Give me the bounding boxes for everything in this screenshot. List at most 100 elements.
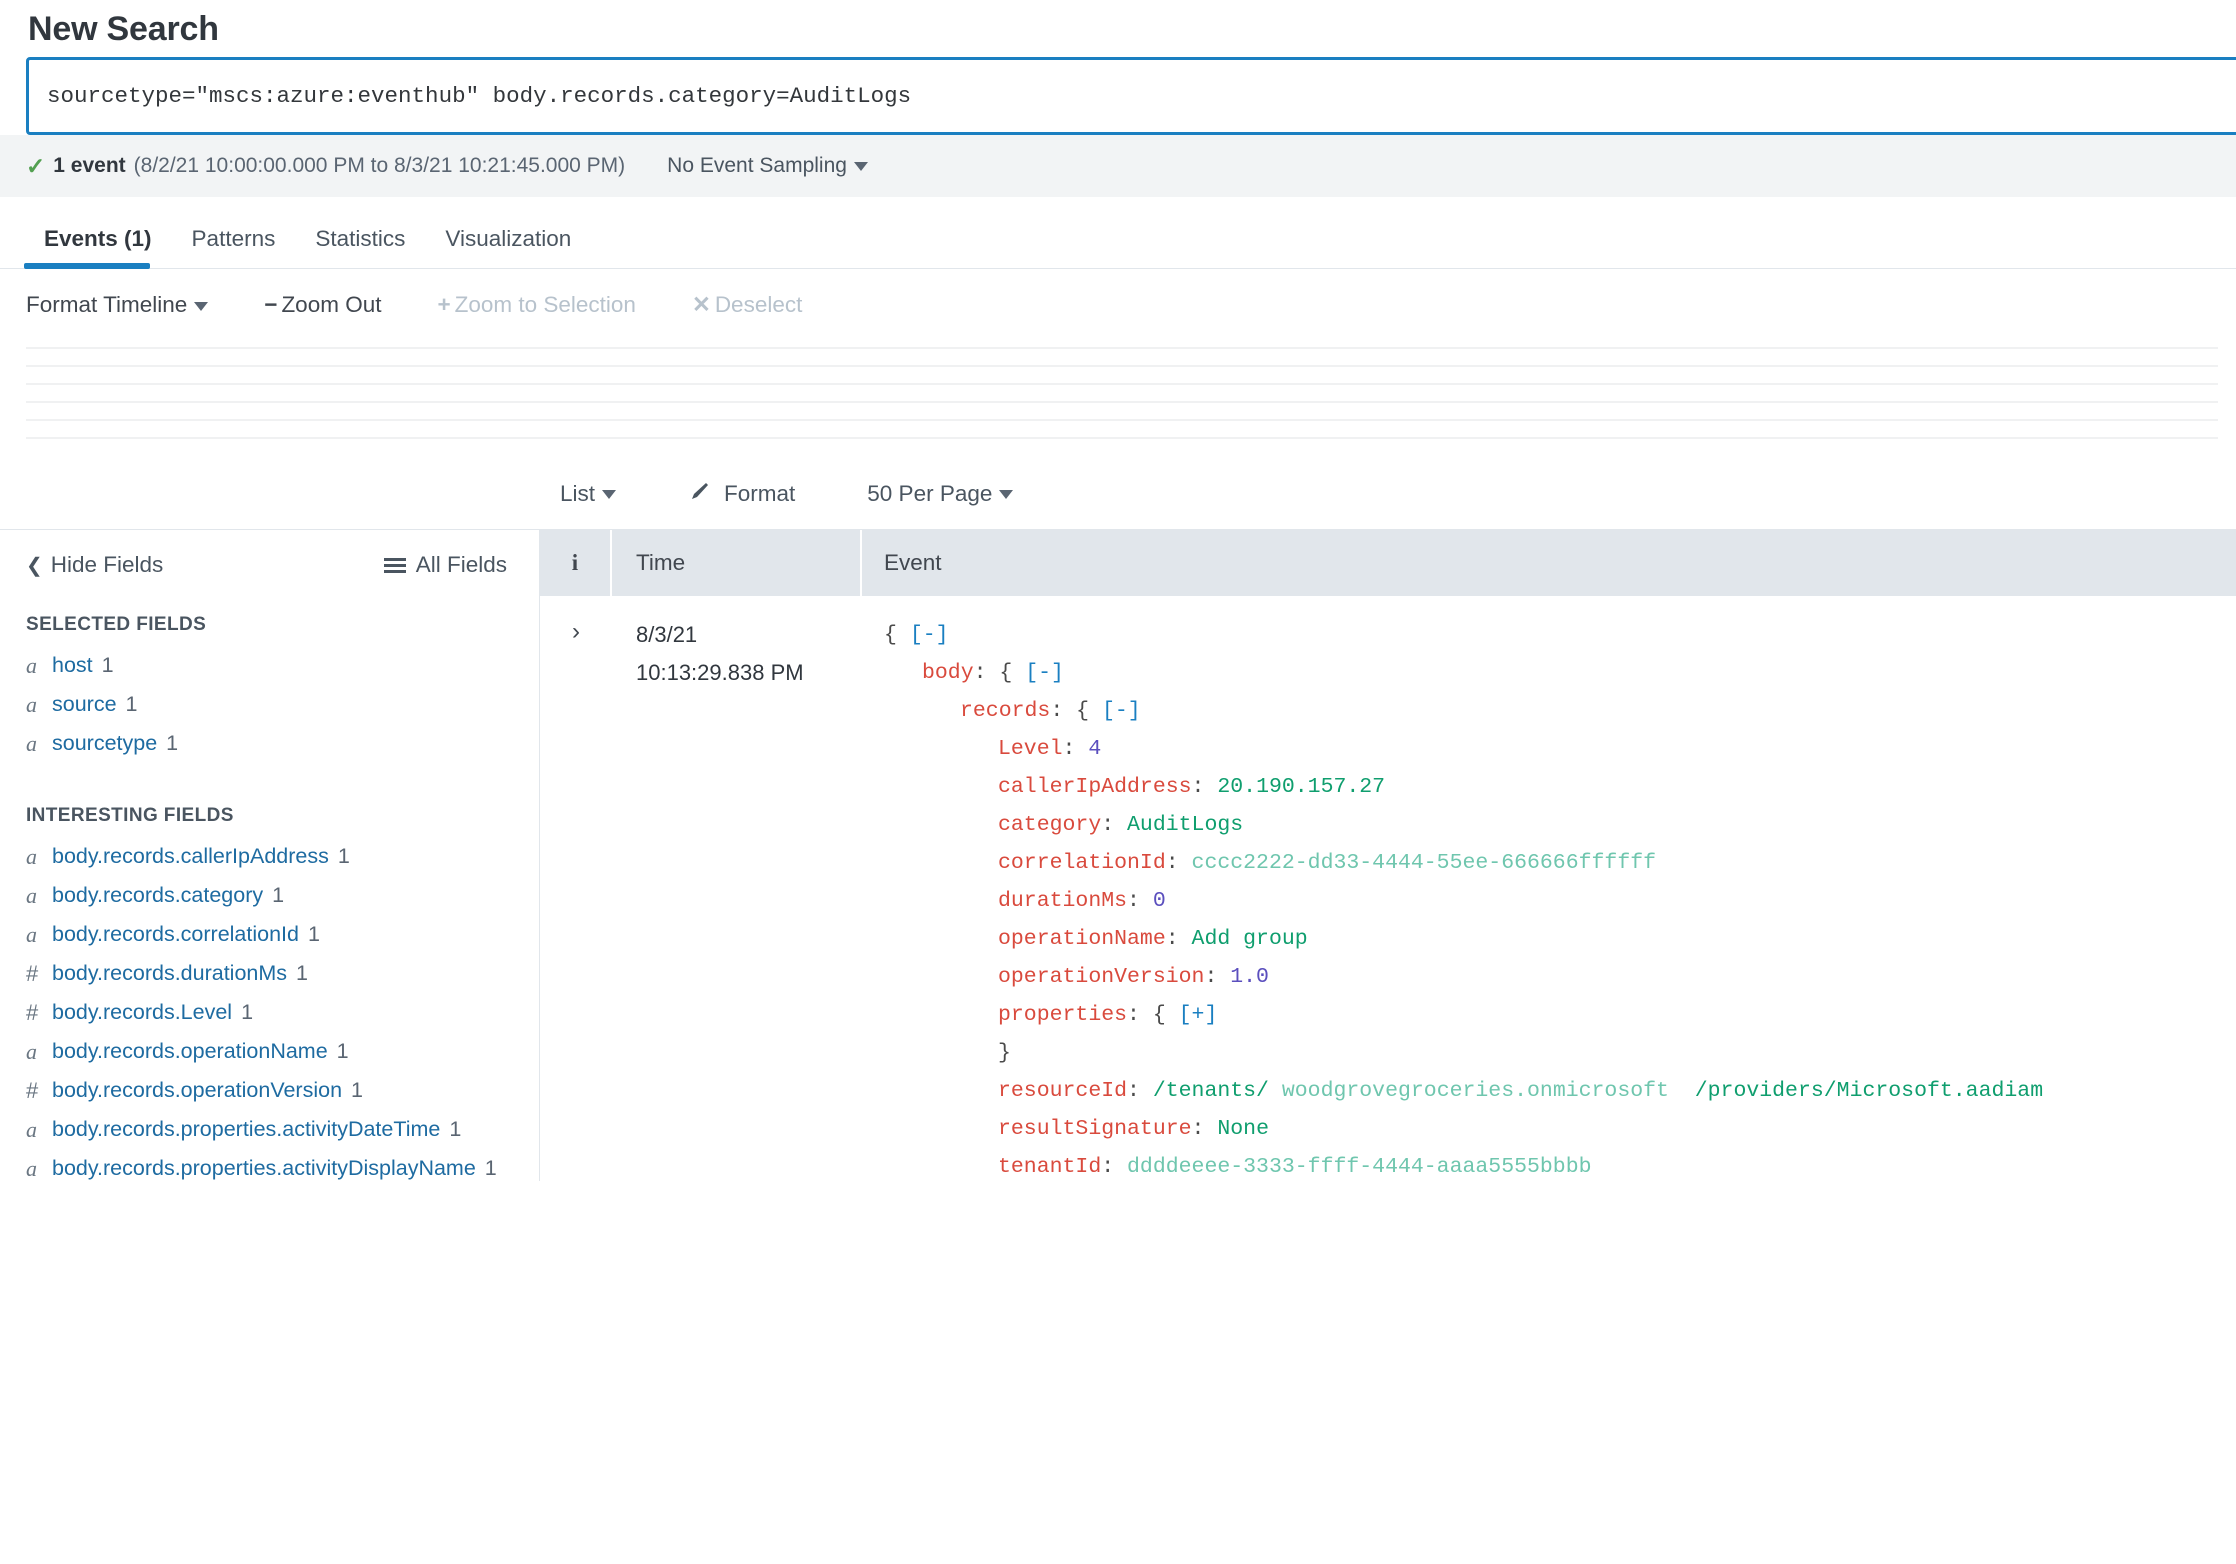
field-item-sourcetype[interactable]: a sourcetype 1	[26, 724, 525, 763]
field-type-icon: #	[26, 961, 39, 986]
json-collapse-toggle[interactable]: [-]	[1025, 661, 1064, 685]
search-input[interactable]	[29, 62, 2236, 130]
tab-visualization[interactable]: Visualization	[425, 226, 591, 268]
field-count: 1	[272, 883, 285, 907]
format-timeline-dropdown[interactable]: Format Timeline	[26, 292, 209, 318]
json-collapse-toggle[interactable]: [-]	[910, 623, 949, 647]
json-line: callerIpAddress: 20.190.157.27	[884, 768, 2236, 806]
zoom-to-selection-label: Zoom to Selection	[454, 292, 636, 317]
json-line: operationName: Add group	[884, 920, 2236, 958]
check-icon: ✓	[26, 152, 46, 179]
json-punct: }	[998, 1041, 1011, 1065]
zoom-out-button[interactable]: − Zoom Out	[264, 292, 381, 318]
tab-statistics[interactable]: Statistics	[295, 226, 425, 268]
json-key: records	[960, 699, 1051, 723]
field-type-icon: a	[26, 653, 37, 678]
json-line: Level: 4	[884, 730, 2236, 768]
gridline	[26, 419, 2218, 421]
field-name: body.records.operationVersion	[52, 1078, 343, 1102]
field-count: 1	[241, 1000, 254, 1024]
per-page-dropdown[interactable]: 50 Per Page	[867, 481, 1014, 507]
plus-icon: +	[437, 292, 451, 317]
json-key: durationMs	[998, 889, 1128, 913]
results-toolbar: List Format 50 Per Page	[0, 459, 2236, 529]
timeline-chart[interactable]	[26, 341, 2218, 459]
field-count: 1	[484, 1156, 497, 1180]
field-name: host	[52, 653, 93, 677]
field-item[interactable]: a body.records.properties.activityDateTim…	[26, 1110, 525, 1149]
json-punct: :	[1127, 1079, 1153, 1103]
field-item[interactable]: a body.records.operationName 1	[26, 1032, 525, 1071]
selected-fields-list: a host 1 a source 1 a sourcetype 1	[26, 646, 525, 763]
chevron-down-icon	[194, 301, 209, 311]
field-type-icon: a	[26, 692, 37, 717]
json-punct: : {	[1127, 1003, 1179, 1027]
field-name: body.records.properties.activityDateTime	[52, 1117, 441, 1141]
json-str: 20.190.157.27	[1217, 775, 1386, 799]
tab-events[interactable]: Events (1)	[24, 226, 172, 269]
json-punct: :	[1191, 1117, 1218, 1141]
field-name: body.records.durationMs	[52, 961, 288, 985]
format-button[interactable]: Format	[688, 479, 795, 509]
list-mode-dropdown[interactable]: List	[560, 481, 617, 507]
field-name: body.records.operationName	[52, 1039, 328, 1063]
zoom-to-selection-button: + Zoom to Selection	[437, 292, 635, 318]
interesting-fields-list: a body.records.callerIpAddress 1 a body.reco…	[26, 837, 525, 1181]
field-name: source	[52, 692, 117, 716]
fields-sidebar-header: ❮ Hide Fields All Fields	[26, 530, 525, 600]
json-key: correlationId	[998, 851, 1166, 875]
json-str: Add group	[1191, 927, 1308, 951]
field-count: 1	[337, 844, 350, 868]
field-item[interactable]: # body.records.Level 1	[26, 993, 525, 1032]
search-bar[interactable]	[26, 57, 2236, 135]
zoom-out-label: Zoom Out	[281, 292, 382, 317]
json-line: records: { [-]	[884, 692, 2236, 730]
field-name: body.records.category	[52, 883, 264, 907]
json-line: properties: { [+]	[884, 996, 2236, 1034]
expand-row-icon[interactable]: ›	[540, 616, 612, 1181]
field-count: 1	[125, 692, 138, 716]
field-name: sourcetype	[52, 731, 158, 755]
field-item[interactable]: a body.records.correlationId 1	[26, 915, 525, 954]
field-item-source[interactable]: a source 1	[26, 685, 525, 724]
events-panel: i Time Event › 8/3/21 10:13:29.838 PM { …	[540, 529, 2236, 1181]
format-label: Format	[724, 481, 796, 506]
field-type-icon: a	[26, 1156, 37, 1181]
json-collapse-toggle[interactable]: [-]	[1102, 699, 1141, 723]
all-fields-button[interactable]: All Fields	[383, 552, 507, 578]
hide-fields-label: Hide Fields	[50, 552, 164, 577]
field-name: body.records.Level	[52, 1000, 233, 1024]
gridline	[26, 437, 2218, 439]
json-line: body: { [-]	[884, 654, 2236, 692]
field-item[interactable]: # body.records.operationVersion 1	[26, 1071, 525, 1110]
json-punct: :	[1062, 737, 1089, 761]
field-type-icon: #	[26, 1078, 39, 1103]
json-key: tenantId	[998, 1155, 1102, 1179]
json-collapse-toggle[interactable]: [+]	[1179, 1003, 1218, 1027]
field-item[interactable]: # body.records.durationMs 1	[26, 954, 525, 993]
field-item[interactable]: a body.records.category 1	[26, 876, 525, 915]
format-timeline-label: Format Timeline	[26, 292, 188, 317]
json-punct: :	[1204, 965, 1231, 989]
page-title: New Search	[28, 10, 219, 48]
field-item[interactable]: a body.records.callerIpAddress 1	[26, 837, 525, 876]
json-line: correlationId: cccc2222-dd33-4444-55ee-6…	[884, 844, 2236, 882]
json-str: /tenants/	[1152, 1079, 1269, 1103]
events-table-header: i Time Event	[540, 530, 2236, 596]
selected-fields-header: SELECTED FIELDS	[26, 614, 207, 635]
json-str: None	[1217, 1117, 1269, 1141]
tab-patterns[interactable]: Patterns	[172, 226, 296, 268]
list-icon	[383, 558, 406, 574]
event-sampling-dropdown[interactable]: No Event Sampling	[667, 154, 868, 178]
json-line: resourceId: /tenants/ woodgrovegroceries…	[884, 1072, 2236, 1110]
json-num: 4	[1088, 737, 1102, 761]
hide-fields-button[interactable]: ❮ Hide Fields	[26, 552, 163, 578]
event-json-body[interactable]: { [-] body: { [-] records: { [-] Level: 4 ca…	[862, 616, 2236, 1181]
main-content: ❮ Hide Fields All Fields SELECTED FIELDS …	[0, 529, 2236, 1181]
field-item-host[interactable]: a host 1	[26, 646, 525, 685]
json-line: }	[884, 1034, 2236, 1072]
field-type-icon: a	[26, 1039, 37, 1064]
gridline	[26, 365, 2218, 367]
field-item[interactable]: a body.records.properties.activityDisplay…	[26, 1149, 525, 1181]
chevron-down-icon	[853, 161, 868, 171]
